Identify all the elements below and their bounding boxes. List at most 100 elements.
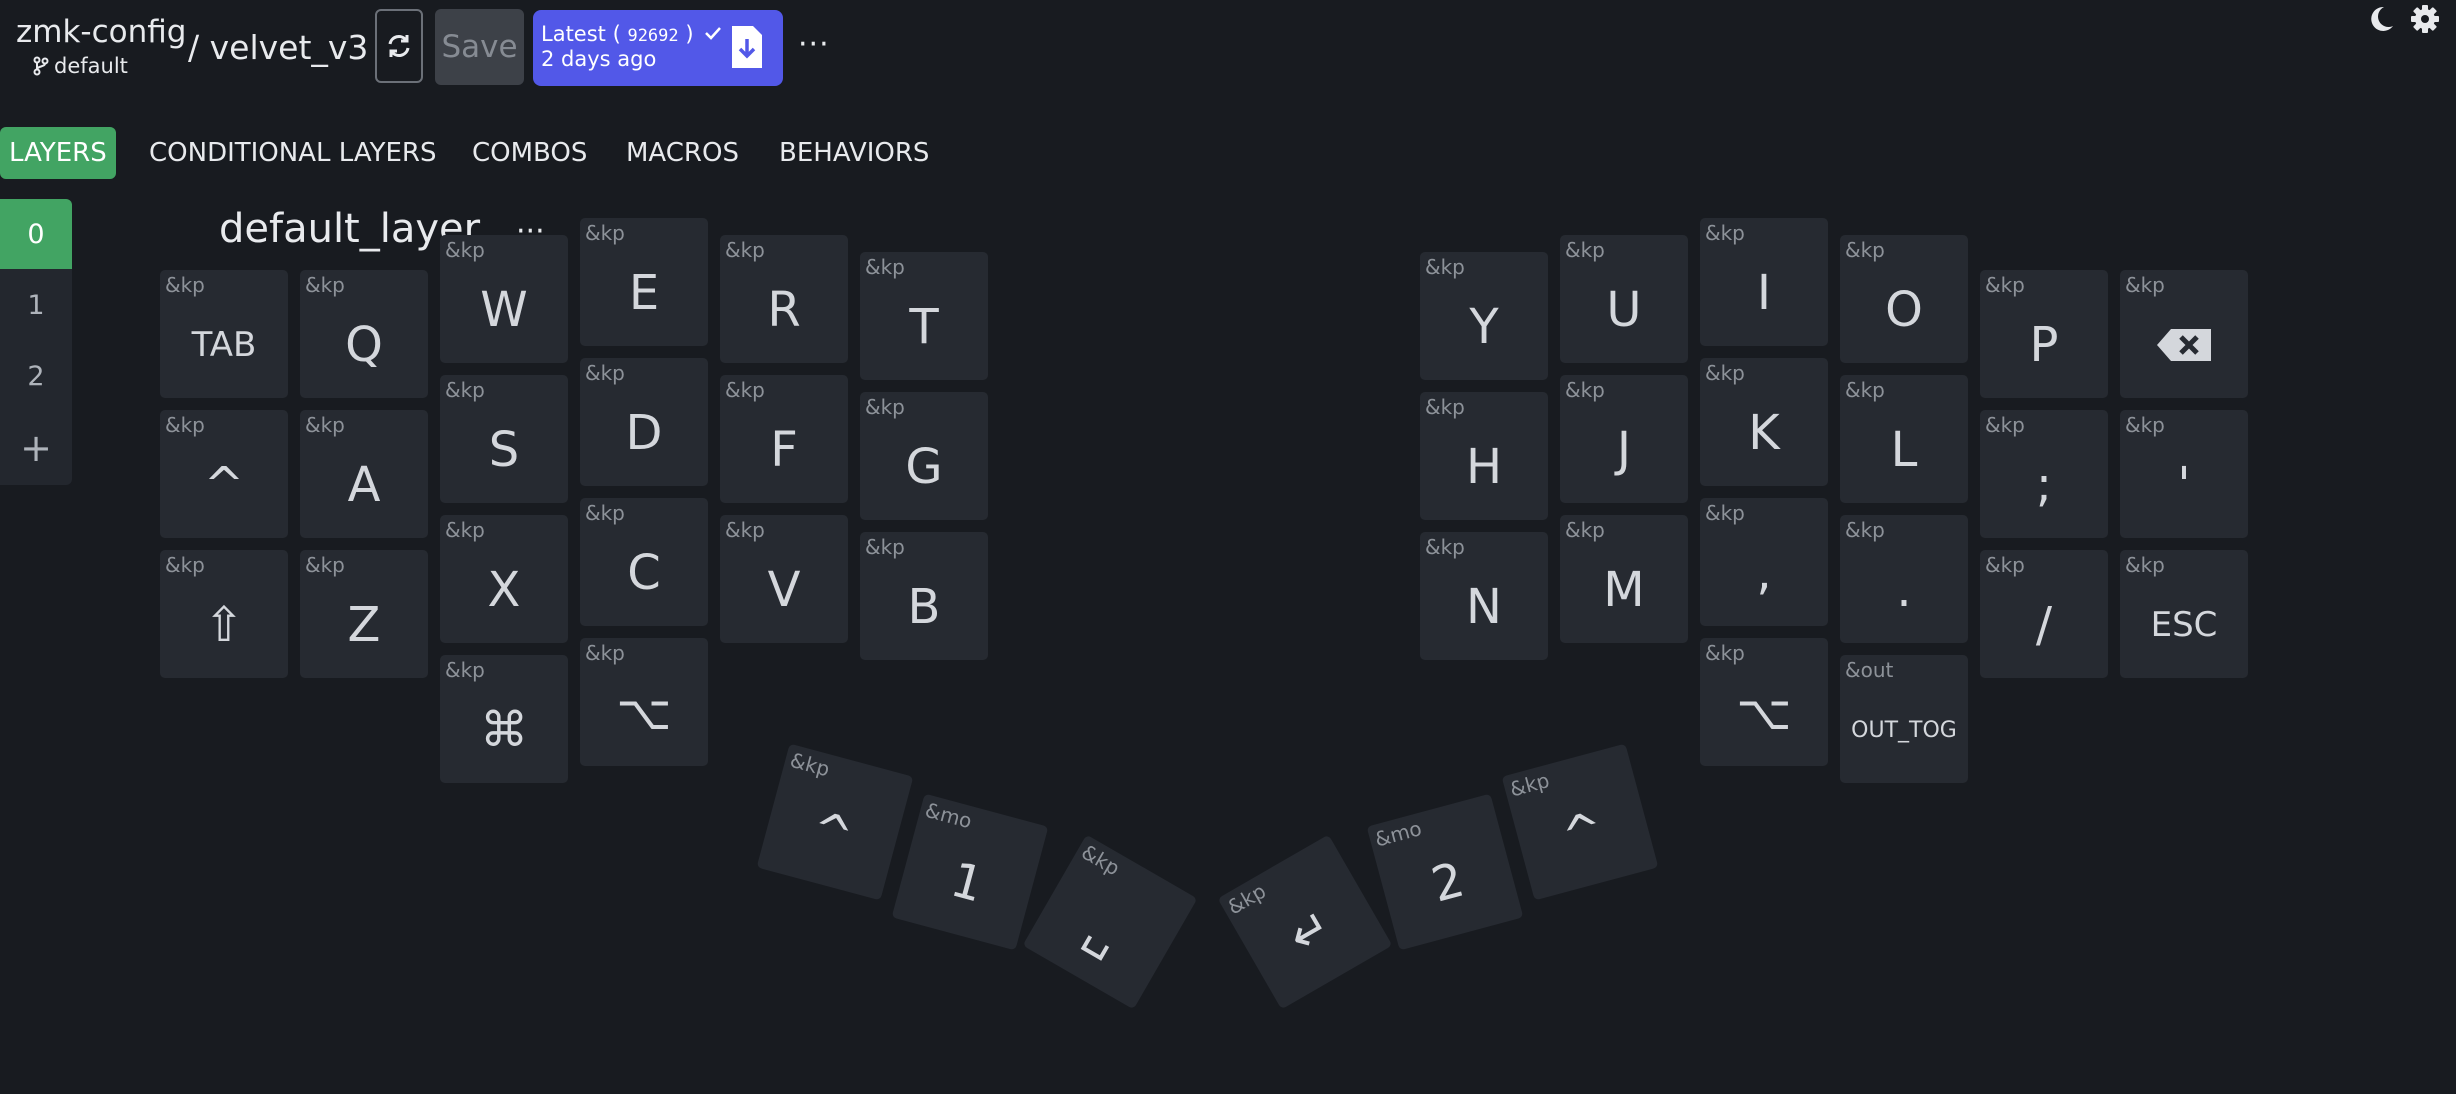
key-35[interactable]: &kp ESC (2120, 550, 2248, 678)
key-label: T (909, 299, 939, 355)
key-label: / (2035, 597, 2053, 653)
key-label: OUT_TOG (1851, 717, 1957, 743)
key-label: TAB (191, 325, 257, 365)
layer-item-1[interactable]: 1 (0, 270, 72, 340)
key-44[interactable]: &mo 2 (1366, 793, 1524, 951)
key-38[interactable]: &kp ⌥ (1700, 638, 1828, 766)
key-label: N (1466, 579, 1502, 635)
dark-mode-icon[interactable] (2368, 4, 2396, 34)
key-30[interactable]: &kp N (1420, 532, 1548, 660)
check-icon (705, 27, 722, 40)
layer-item-2[interactable]: 2 (0, 341, 72, 411)
key-8[interactable]: &kp I (1700, 218, 1828, 346)
key-2[interactable]: &kp W (440, 235, 568, 363)
key-1[interactable]: &kp Q (300, 270, 428, 398)
key-40[interactable]: &kp ^ (756, 743, 914, 901)
key-9[interactable]: &kp O (1840, 235, 1968, 363)
key-10[interactable]: &kp P (1980, 270, 2108, 398)
key-29[interactable]: &kp B (860, 532, 988, 660)
key-27[interactable]: &kp C (580, 498, 708, 626)
key-13[interactable]: &kp A (300, 410, 428, 538)
tab-layers[interactable]: LAYERS (0, 127, 116, 179)
download-file-icon[interactable] (729, 24, 765, 70)
key-label: Q (345, 317, 383, 373)
key-19[interactable]: &kp J (1560, 375, 1688, 503)
key-label: X (487, 562, 521, 618)
key-6[interactable]: &kp Y (1420, 252, 1548, 380)
settings-gear-icon[interactable] (2410, 4, 2440, 34)
key-label: F (770, 422, 798, 478)
key-17[interactable]: &kp G (860, 392, 988, 520)
key-label: J (1616, 422, 1632, 478)
key-22[interactable]: &kp; (1980, 410, 2108, 538)
key-label: W (480, 282, 528, 338)
key-16[interactable]: &kp F (720, 375, 848, 503)
key-41[interactable]: &mo 1 (891, 793, 1049, 951)
key-label: V (767, 562, 801, 618)
key-33[interactable]: &kp. (1840, 515, 1968, 643)
key-label: C (627, 545, 661, 601)
key-3[interactable]: &kp E (580, 218, 708, 346)
key-label: R (767, 282, 801, 338)
refresh-button[interactable] (375, 9, 423, 83)
add-layer-button[interactable]: + (0, 413, 72, 483)
key-34[interactable]: &kp / (1980, 550, 2108, 678)
key-43[interactable]: &kp ↵ (1217, 834, 1393, 1010)
key-label: S (488, 422, 520, 478)
key-label: ' (2177, 457, 2191, 513)
key-14[interactable]: &kp S (440, 375, 568, 503)
key-15[interactable]: &kp D (580, 358, 708, 486)
key-4[interactable]: &kp R (720, 235, 848, 363)
key-36[interactable]: &kp ⌘ (440, 655, 568, 783)
key-7[interactable]: &kp U (1560, 235, 1688, 363)
key-24[interactable]: &kp ⇧ (160, 550, 288, 678)
key-37[interactable]: &kp ⌥ (580, 638, 708, 766)
key-label: G (905, 439, 943, 495)
key-12[interactable]: &kp ^ (160, 410, 288, 538)
key-18[interactable]: &kp H (1420, 392, 1548, 520)
key-23[interactable]: &kp ' (2120, 410, 2248, 538)
key-label: K (1748, 405, 1780, 461)
key-5[interactable]: &kp T (860, 252, 988, 380)
key-28[interactable]: &kp V (720, 515, 848, 643)
key-label: ^ (203, 457, 245, 513)
key-label: O (1885, 282, 1923, 338)
save-button[interactable]: Save (435, 9, 524, 85)
key-45[interactable]: &kp ^ (1501, 743, 1659, 901)
tab-macros[interactable]: MACROS (626, 127, 739, 179)
more-options-button[interactable]: ··· (798, 27, 830, 62)
key-20[interactable]: &kp K (1700, 358, 1828, 486)
key-label: Z (347, 597, 381, 653)
key-label: M (1603, 562, 1645, 618)
key-label: D (625, 405, 663, 461)
tab-combos[interactable]: COMBOS (472, 127, 587, 179)
keyboard-name[interactable]: / velvet_v3 (188, 28, 368, 67)
latest-release-button[interactable]: Latest ( 92692 ) 2 days ago (533, 10, 783, 86)
layer-item-0[interactable]: 0 (0, 199, 72, 269)
git-branch-icon (33, 56, 49, 76)
repo-name[interactable]: zmk-config (16, 14, 186, 50)
space-icon: ␣ (1077, 899, 1132, 964)
shift-icon: ⇧ (203, 597, 245, 653)
option-icon: ⌥ (1736, 685, 1792, 741)
key-25[interactable]: &kp Z (300, 550, 428, 678)
key-label: Y (1469, 299, 1499, 355)
key-32[interactable]: &kp, (1700, 498, 1828, 626)
key-26[interactable]: &kp X (440, 515, 568, 643)
key-label: . (1896, 562, 1912, 618)
key-42[interactable]: &kp ␣ (1022, 834, 1198, 1010)
enter-icon: ↵ (1279, 897, 1342, 966)
branch-selector[interactable]: default (32, 54, 128, 78)
key-label: ESC (2150, 605, 2218, 645)
release-sha: 92692 (627, 26, 679, 46)
release-age: 2 days ago (541, 47, 657, 71)
key-0[interactable]: &kp TAB (160, 270, 288, 398)
key-21[interactable]: &kp L (1840, 375, 1968, 503)
key-31[interactable]: &kp M (1560, 515, 1688, 643)
key-label: L (1890, 422, 1918, 478)
tab-conditional-layers[interactable]: CONDITIONAL LAYERS (149, 127, 437, 179)
key-39[interactable]: &out OUT_TOG (1840, 655, 1968, 783)
key-label: A (347, 457, 381, 513)
tab-behaviors[interactable]: BEHAVIORS (779, 127, 929, 179)
key-11[interactable]: &kp (2120, 270, 2248, 398)
